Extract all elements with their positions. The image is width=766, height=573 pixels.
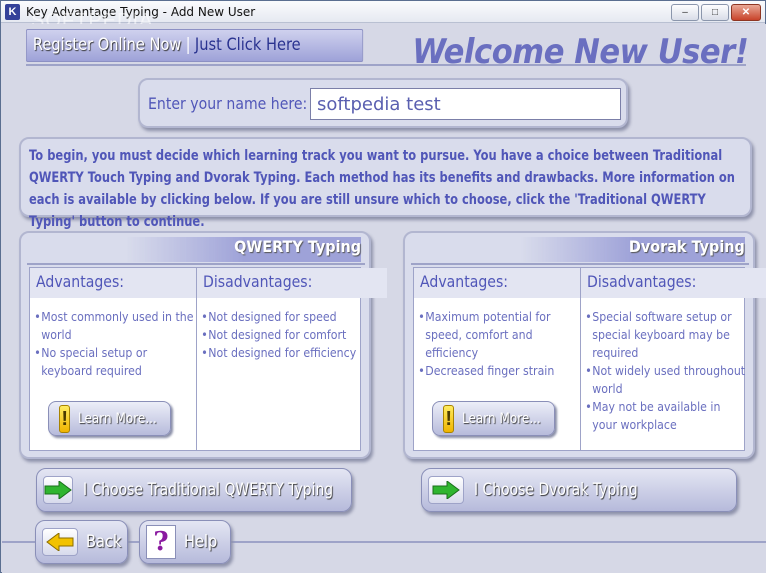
help-label: Help <box>184 532 218 552</box>
exclamation-icon: ! <box>59 404 71 433</box>
register-separator: | <box>185 35 191 55</box>
list-item: Maximum potential for speed, comfort and… <box>418 308 578 362</box>
dvorak-advantages-header: Advantages: <box>414 268 580 298</box>
list-item: May not be available in your workplace <box>585 398 745 434</box>
qwerty-title-divider <box>27 263 365 265</box>
list-item: Not designed for comfort <box>201 326 361 344</box>
qwerty-advantages: Advantages: Most commonly used in the wo… <box>30 268 197 450</box>
exclamation-icon: ! <box>443 404 455 433</box>
list-item: Not widely used throughout world <box>585 362 745 398</box>
qwerty-title: QWERTY Typing <box>126 237 361 262</box>
green-right-arrow-icon <box>43 476 73 504</box>
intro-panel: To begin, you must decide which learning… <box>19 137 752 230</box>
learn-more-label: Learn More... <box>78 410 158 427</box>
list-item: Special software setup or special keyboa… <box>585 308 745 362</box>
intro-text: To begin, you must decide which learning… <box>29 148 735 230</box>
register-banner[interactable]: Register Online Now | Just Click Here <box>26 29 364 62</box>
register-label[interactable]: Register Online Now <box>33 35 181 55</box>
maximize-button[interactable]: □ <box>701 4 729 21</box>
qwerty-disadvantages-list: Not designed for speed Not designed for … <box>197 298 387 362</box>
choose-dvorak-label: I Choose Dvorak Typing <box>474 480 638 500</box>
qwerty-advantages-header: Advantages: <box>30 268 196 298</box>
dvorak-title: Dvorak Typing <box>521 237 745 262</box>
yellow-left-arrow-icon <box>42 528 78 556</box>
list-item: No special setup or keyboard required <box>34 344 194 380</box>
qwerty-disadvantages: Disadvantages: Not designed for speed No… <box>197 268 387 450</box>
header-divider <box>26 64 746 66</box>
name-panel: Enter your name here: <box>138 78 628 128</box>
dvorak-learn-more-button[interactable]: ! Learn More... <box>432 401 555 436</box>
dvorak-panel: Dvorak Typing Advantages: Maximum potent… <box>403 231 766 459</box>
list-item: Not designed for speed <box>201 308 361 326</box>
choose-qwerty-button[interactable]: I Choose Traditional QWERTY Typing <box>36 468 352 512</box>
qwerty-panel: QWERTY Typing Advantages: Most commonly … <box>19 231 387 459</box>
app-icon: K <box>5 4 20 20</box>
close-button[interactable]: ✕ <box>731 4 761 21</box>
question-mark-icon: ? <box>146 525 176 559</box>
list-item: Not designed for efficiency <box>201 344 361 362</box>
main-content: Register Online Now | Just Click Here Welc… <box>2 24 766 573</box>
qwerty-comparison: Advantages: Most commonly used in the wo… <box>29 267 387 451</box>
dvorak-disadvantages-list: Special software setup or special keyboa… <box>581 298 766 434</box>
green-right-arrow-icon <box>428 476 464 504</box>
register-link[interactable]: Just Click Here <box>195 35 301 55</box>
app-window: K Key Advantage Typing - Add New User – … <box>0 0 766 573</box>
help-button[interactable]: ? Help <box>139 520 231 564</box>
choose-dvorak-button[interactable]: I Choose Dvorak Typing <box>421 468 737 512</box>
list-item: Decreased finger strain <box>418 362 578 380</box>
name-input[interactable] <box>310 88 621 120</box>
qwerty-learn-more-button[interactable]: ! Learn More... <box>48 401 171 436</box>
welcome-heading: Welcome New User! <box>412 32 748 72</box>
dvorak-advantages: Advantages: Maximum potential for speed,… <box>414 268 581 450</box>
dvorak-disadvantages: Disadvantages: Special software setup or… <box>581 268 766 450</box>
dvorak-advantages-list: Maximum potential for speed, comfort and… <box>414 298 580 380</box>
dvorak-title-divider <box>411 263 749 265</box>
qwerty-disadvantages-header: Disadvantages: <box>197 268 387 298</box>
window-controls: – □ ✕ <box>671 4 761 21</box>
qwerty-advantages-list: Most commonly used in the world No speci… <box>30 298 196 380</box>
dvorak-comparison: Advantages: Maximum potential for speed,… <box>413 267 766 451</box>
back-button[interactable]: Back <box>35 520 128 564</box>
list-item: Most commonly used in the world <box>34 308 194 344</box>
learn-more-label: Learn More... <box>462 410 542 427</box>
back-label: Back <box>85 532 122 552</box>
choose-qwerty-label: I Choose Traditional QWERTY Typing <box>83 480 334 500</box>
minimize-button[interactable]: – <box>671 4 699 21</box>
dvorak-disadvantages-header: Disadvantages: <box>581 268 766 298</box>
name-label: Enter your name here: <box>148 94 308 113</box>
